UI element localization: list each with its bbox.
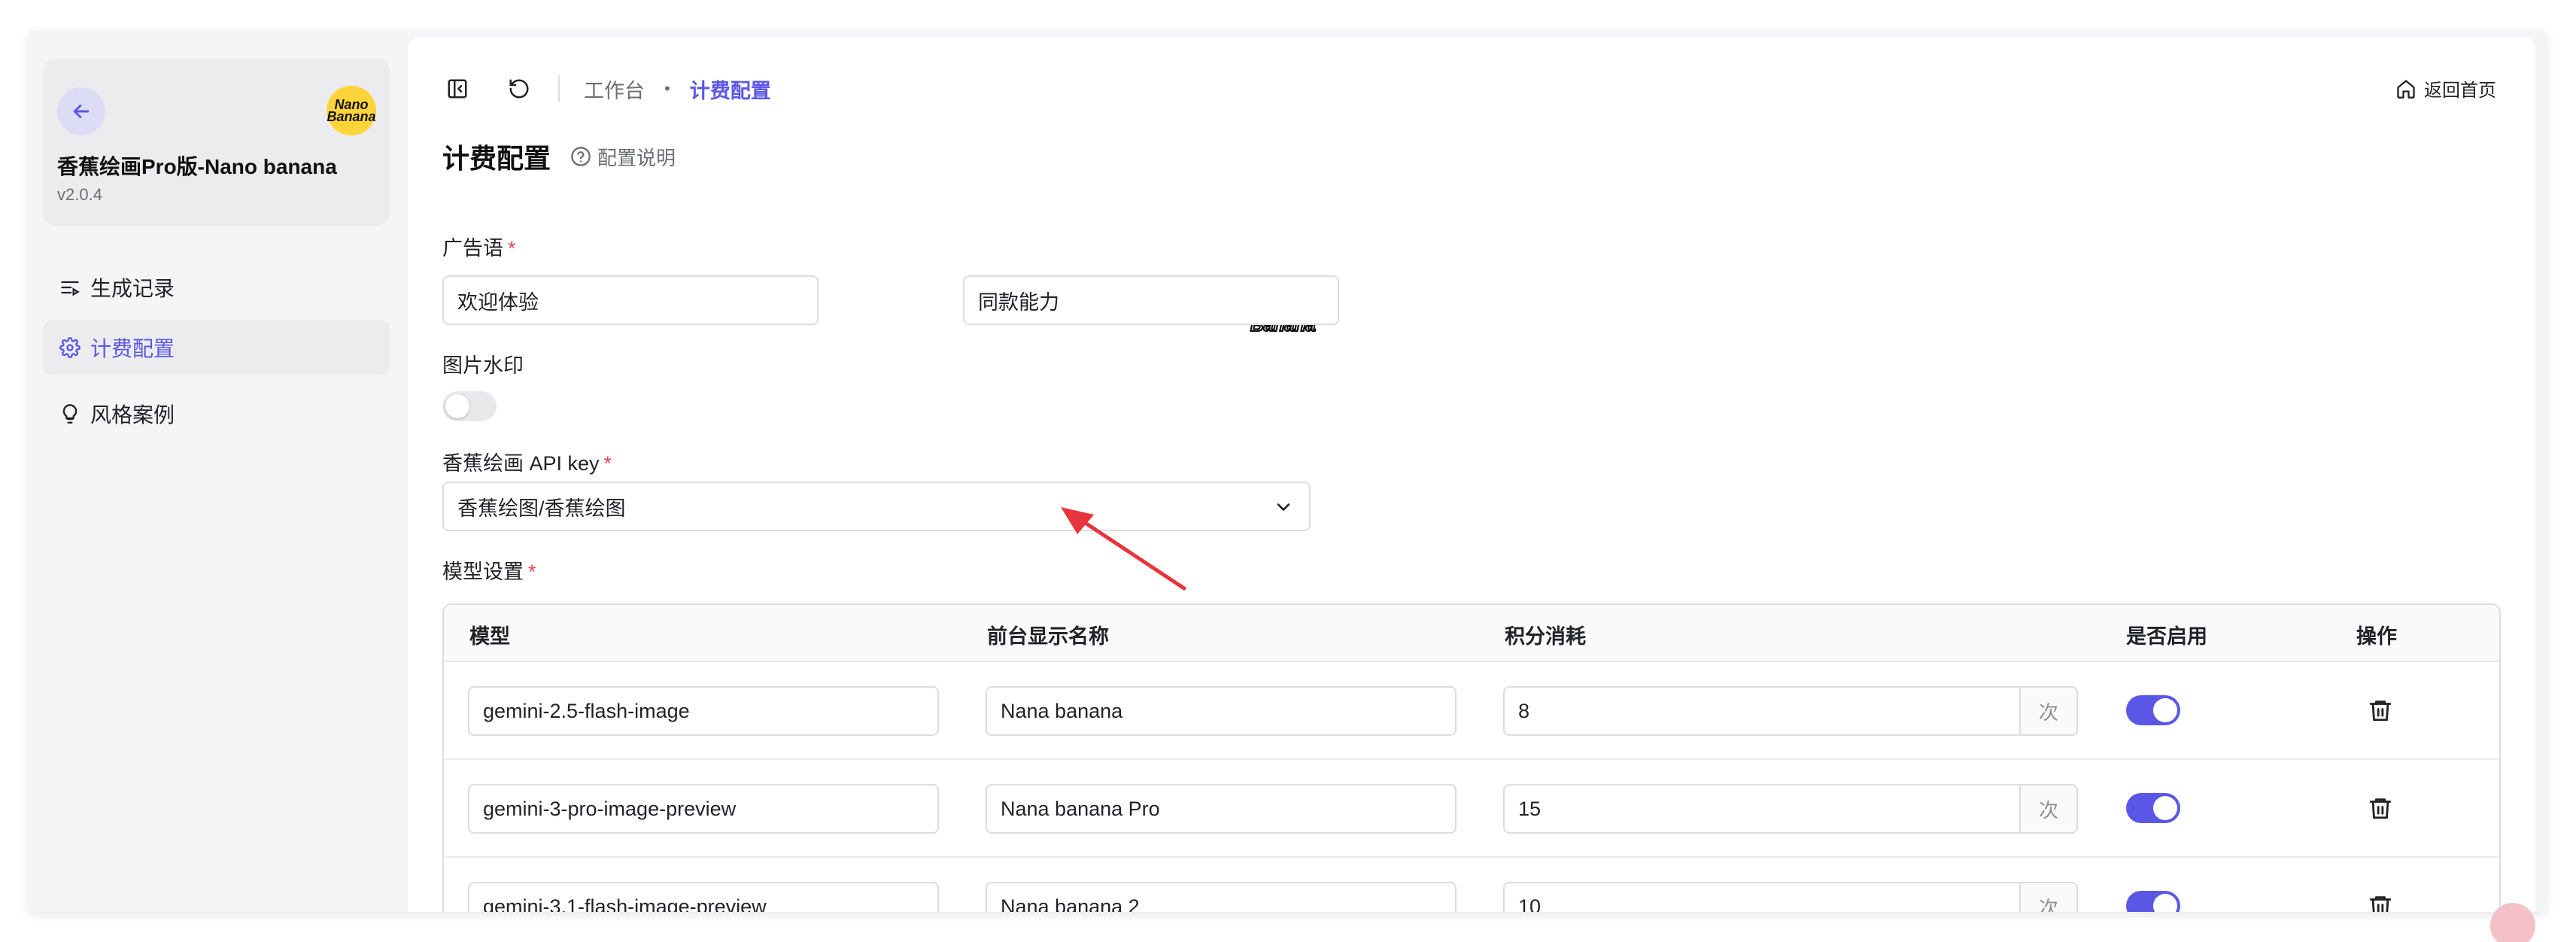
sidebar-item-billing[interactable]: 计费配置 bbox=[44, 321, 390, 375]
divider bbox=[558, 75, 560, 102]
display-name-input[interactable]: Nana banana Pro bbox=[986, 784, 1457, 834]
trash-icon[interactable] bbox=[2365, 695, 2395, 725]
list-icon bbox=[57, 275, 83, 300]
table-row: gemini-3.1-flash-image-preview Nana bana… bbox=[444, 858, 2499, 912]
enable-toggle[interactable] bbox=[2126, 793, 2180, 823]
return-home-link[interactable]: 返回首页 bbox=[2395, 75, 2496, 102]
page-title: 计费配置 bbox=[442, 143, 551, 174]
cost-unit: 次 bbox=[2021, 784, 2078, 834]
required-mark: * bbox=[508, 237, 516, 260]
watermark-label: 图片水印 bbox=[442, 354, 524, 377]
app-name: 香蕉绘画Pro版-Nano banana bbox=[57, 155, 337, 178]
cost-input[interactable]: 8 bbox=[1503, 686, 2021, 736]
trash-icon[interactable] bbox=[2365, 793, 2395, 823]
slogan-left-input[interactable]: 欢迎体验 bbox=[442, 275, 819, 325]
topbar: 工作台 • 计费配置 bbox=[442, 69, 771, 108]
enable-toggle[interactable] bbox=[2126, 891, 2180, 912]
model-id-input[interactable]: gemini-3-pro-image-preview bbox=[468, 784, 939, 834]
model-id-input[interactable]: gemini-2.5-flash-image bbox=[468, 686, 939, 736]
sidebar: Nano Banana 香蕉绘画Pro版-Nano banana v2.0.4 … bbox=[29, 30, 408, 912]
column-header: 积分消耗 bbox=[1505, 625, 1586, 648]
display-name-input[interactable]: Nana banana bbox=[986, 686, 1457, 736]
annotation-arrow bbox=[1061, 507, 1186, 591]
breadcrumb-separator: • bbox=[664, 79, 670, 98]
cost-unit: 次 bbox=[2021, 882, 2078, 912]
table-row: gemini-3-pro-image-preview Nana banana P… bbox=[444, 760, 2499, 858]
floating-widget[interactable] bbox=[2490, 903, 2535, 942]
collapse-sidebar-icon[interactable] bbox=[442, 74, 472, 104]
model-id-input[interactable]: gemini-3.1-flash-image-preview bbox=[468, 882, 939, 912]
main-panel: 工作台 • 计费配置 返回首页 计费配置 配置说明 广告语* 欢迎体验 Nano… bbox=[408, 38, 2535, 912]
app-version: v2.0.4 bbox=[57, 185, 102, 204]
sidebar-item-records[interactable]: 生成记录 bbox=[44, 260, 390, 315]
page-title-row: 计费配置 配置说明 bbox=[442, 137, 676, 176]
watermark-toggle[interactable] bbox=[442, 391, 497, 421]
return-home-label: 返回首页 bbox=[2424, 81, 2496, 101]
table-row: gemini-2.5-flash-image Nana banana 8 次 bbox=[444, 662, 2499, 760]
help-label: 配置说明 bbox=[597, 146, 676, 169]
slogan-right-input[interactable]: 同款能力 bbox=[963, 275, 1339, 325]
refresh-icon[interactable] bbox=[504, 74, 534, 104]
app-card: Nano Banana 香蕉绘画Pro版-Nano banana v2.0.4 bbox=[44, 59, 390, 226]
sidebar-item-styles[interactable]: 风格案例 bbox=[44, 387, 390, 441]
sidebar-item-label: 生成记录 bbox=[90, 277, 175, 300]
back-button[interactable] bbox=[57, 87, 105, 135]
enable-toggle[interactable] bbox=[2126, 695, 2180, 725]
display-name-input[interactable]: Nana banana 2 bbox=[986, 882, 1457, 912]
api-key-label: 香蕉绘画 API key * bbox=[442, 452, 612, 475]
help-link[interactable]: 配置说明 bbox=[570, 143, 676, 171]
sidebar-item-label: 风格案例 bbox=[90, 403, 175, 427]
slogan-label: 广告语 * bbox=[442, 237, 516, 260]
required-mark: * bbox=[528, 561, 536, 583]
question-circle-icon bbox=[571, 147, 591, 166]
app-logo: Nano Banana bbox=[327, 86, 376, 135]
breadcrumb-current: 计费配置 bbox=[689, 79, 771, 102]
models-label: 模型设置 * bbox=[442, 561, 536, 583]
cost-input[interactable]: 15 bbox=[1503, 784, 2021, 834]
cost-unit: 次 bbox=[2021, 686, 2078, 736]
breadcrumb-workbench[interactable]: 工作台 bbox=[584, 74, 645, 104]
lightbulb-icon bbox=[57, 401, 83, 427]
chevron-down-icon bbox=[1277, 503, 1290, 511]
column-header: 是否启用 bbox=[2126, 625, 2207, 648]
column-header: 前台显示名称 bbox=[987, 625, 1109, 648]
sidebar-item-label: 计费配置 bbox=[90, 337, 175, 360]
arrow-left-icon bbox=[73, 105, 90, 118]
required-mark: * bbox=[603, 452, 612, 475]
home-icon bbox=[2397, 79, 2415, 99]
gear-icon bbox=[57, 335, 83, 360]
column-header: 操作 bbox=[2356, 625, 2397, 648]
table-header: 模型 前台显示名称 积分消耗 是否启用 操作 bbox=[444, 605, 2499, 662]
trash-icon[interactable] bbox=[2365, 891, 2395, 912]
cost-input[interactable]: 10 bbox=[1503, 882, 2021, 912]
column-header: 模型 bbox=[469, 625, 510, 648]
app-window: Nano Banana 香蕉绘画Pro版-Nano banana v2.0.4 … bbox=[29, 30, 2546, 912]
model-table: 模型 前台显示名称 积分消耗 是否启用 操作 gemini-2.5-flash-… bbox=[442, 603, 2501, 912]
